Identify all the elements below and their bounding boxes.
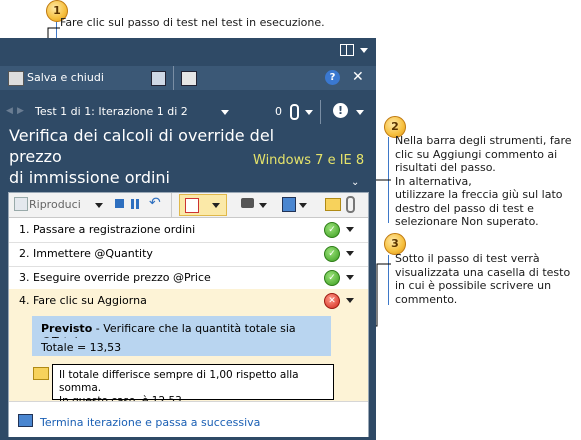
comment-line: Il totale differisce sempre di 1,00 risp…: [59, 369, 299, 394]
step-menu-chevron-icon[interactable]: [346, 251, 354, 256]
mark-step-icon: [185, 198, 199, 213]
step-label: 3. Eseguire override prezzo @Price: [19, 271, 211, 284]
iteration-divider: [320, 100, 321, 124]
step-menu-chevron-icon[interactable]: [346, 298, 354, 303]
step-label: 4. Fare clic su Aggiorna: [19, 294, 147, 307]
step-comment-box[interactable]: Il totale differisce sempre di 1,00 risp…: [52, 364, 334, 407]
passed-check-icon: ✓: [324, 246, 340, 262]
bug-dropdown-icon[interactable]: [299, 203, 307, 208]
toolbar-divider: [173, 66, 174, 90]
camera-dropdown-icon[interactable]: [259, 203, 267, 208]
next-icon[interactable]: ▶: [17, 106, 24, 116]
expected-total-row: Totale = 13,53: [32, 338, 331, 356]
layout-menu-chevron-icon[interactable]: [360, 48, 368, 53]
iteration-bar: ◀ ▶ Test 1 di 1: Iterazione 1 di 2 0 !: [0, 100, 376, 124]
failed-x-icon: ✕: [324, 293, 340, 309]
step-toolbar: Riproduci ↶: [9, 193, 368, 218]
comment-icon: [33, 367, 49, 380]
step-menu-chevron-icon[interactable]: [346, 227, 354, 232]
test-step-row[interactable]: 1. Passare a registrazione ordini ✓: [9, 218, 368, 243]
bug-icon[interactable]: [282, 197, 296, 212]
attachment-count: 0: [275, 105, 282, 118]
stop-icon[interactable]: [115, 199, 124, 208]
help-icon[interactable]: ?: [325, 70, 340, 85]
step-status-selector[interactable]: [179, 194, 227, 216]
collapse-chevron-icon[interactable]: ⌄: [351, 177, 359, 188]
iteration-dropdown-icon[interactable]: [221, 110, 229, 115]
end-iteration-link[interactable]: Termina iterazione e passa a successiva: [40, 416, 260, 429]
expected-total: Totale = 13,53: [41, 341, 122, 354]
add-comment-icon[interactable]: [325, 198, 341, 211]
play-dropdown-icon[interactable]: [95, 203, 103, 208]
passed-check-icon: ✓: [324, 222, 340, 238]
test-step-row[interactable]: 2. Immettere @Quantity ✓: [9, 242, 368, 267]
end-iteration-icon: [18, 414, 33, 427]
copy-icon[interactable]: [181, 71, 197, 86]
save-close-button[interactable]: Salva e chiudi: [27, 71, 104, 84]
camera-icon[interactable]: [241, 198, 254, 208]
main-toolbar: Salva e chiudi ? ✕: [0, 66, 376, 90]
step-menu-chevron-icon[interactable]: [346, 275, 354, 280]
test-case-title-line: di immissione ordini: [9, 168, 170, 187]
attachment-dropdown-icon[interactable]: [305, 110, 313, 115]
test-step-row[interactable]: 4. Fare clic su Aggiorna ✕: [9, 289, 368, 313]
info-icon[interactable]: !: [333, 103, 348, 118]
pause-icon[interactable]: [131, 199, 134, 209]
previous-icon[interactable]: ◀: [6, 106, 13, 116]
step-label: 1. Passare a registrazione ordini: [19, 223, 196, 236]
expected-label: Previsto: [41, 322, 93, 335]
step-label: 2. Immettere @Quantity: [19, 247, 153, 260]
attach-icon[interactable]: [346, 196, 355, 213]
step-status-dropdown-icon: [212, 203, 220, 208]
undo-icon[interactable]: ↶: [149, 195, 161, 211]
passed-check-icon: ✓: [324, 270, 340, 286]
save-icon[interactable]: [151, 71, 166, 86]
info-dropdown-icon[interactable]: [356, 110, 364, 115]
save-close-icon: [8, 71, 24, 86]
play-button[interactable]: Riproduci: [29, 198, 81, 211]
paperclip-icon[interactable]: [290, 104, 299, 120]
configuration-label: Windows 7 e IE 8: [253, 153, 365, 168]
panel-title-bar: [0, 38, 376, 62]
close-icon[interactable]: ✕: [352, 69, 364, 85]
layout-toggle-icon[interactable]: [340, 44, 354, 56]
play-icon: [14, 197, 28, 211]
test-step-row[interactable]: 3. Eseguire override prezzo @Price ✓: [9, 266, 368, 291]
iteration-label: Test 1 di 1: Iterazione 1 di 2: [35, 105, 188, 118]
panel-footer: Termina iterazione e passa a successiva: [9, 401, 368, 438]
